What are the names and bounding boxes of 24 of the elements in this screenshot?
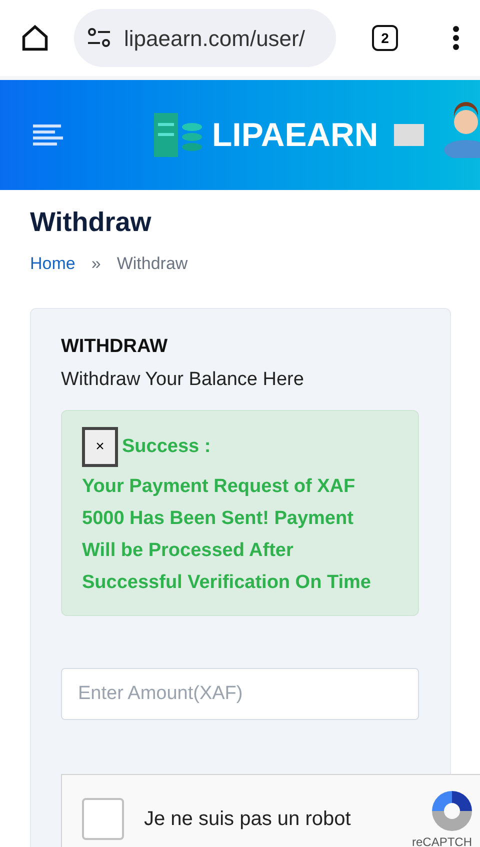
brand-name: LIPAEARN: [212, 115, 378, 156]
amount-input-field[interactable]: Enter Amount(XAF): [61, 668, 419, 720]
breadcrumb-separator: »: [91, 252, 101, 274]
menu-icon[interactable]: [32, 124, 64, 146]
close-button[interactable]: ×: [82, 427, 118, 467]
recaptcha-logo-icon: [430, 789, 474, 833]
breadcrumb-link[interactable]: Home: [30, 250, 76, 276]
card-heading: WITHDRAW: [61, 335, 169, 359]
breadcrumb-current: Withdraw: [116, 252, 188, 274]
logo-icon: [154, 113, 204, 157]
more-options-icon[interactable]: [452, 25, 460, 51]
recaptcha-brand: reCAPTCH: [412, 834, 472, 847]
captcha-checkbox[interactable]: [82, 798, 124, 840]
alert-title: Success :: [122, 434, 211, 459]
site-settings-icon[interactable]: [86, 27, 112, 49]
alert-message: Your Payment Request of XAF 5000 Has Been Sent! Payment Will be Processed After Successful Verification On Time: [82, 475, 372, 595]
placeholder-image-icon: [394, 124, 424, 146]
home-icon[interactable]: [20, 23, 50, 53]
address-bar[interactable]: lipaearn.com/user/: [74, 9, 336, 67]
captcha-label: Je ne suis pas un robot: [144, 807, 351, 832]
card-subheading: Withdraw Your Balance Here: [61, 368, 305, 392]
avatar-icon[interactable]: [442, 102, 480, 158]
tab-count-button[interactable]: 2: [372, 25, 398, 51]
page-title: Withdraw: [30, 206, 152, 239]
